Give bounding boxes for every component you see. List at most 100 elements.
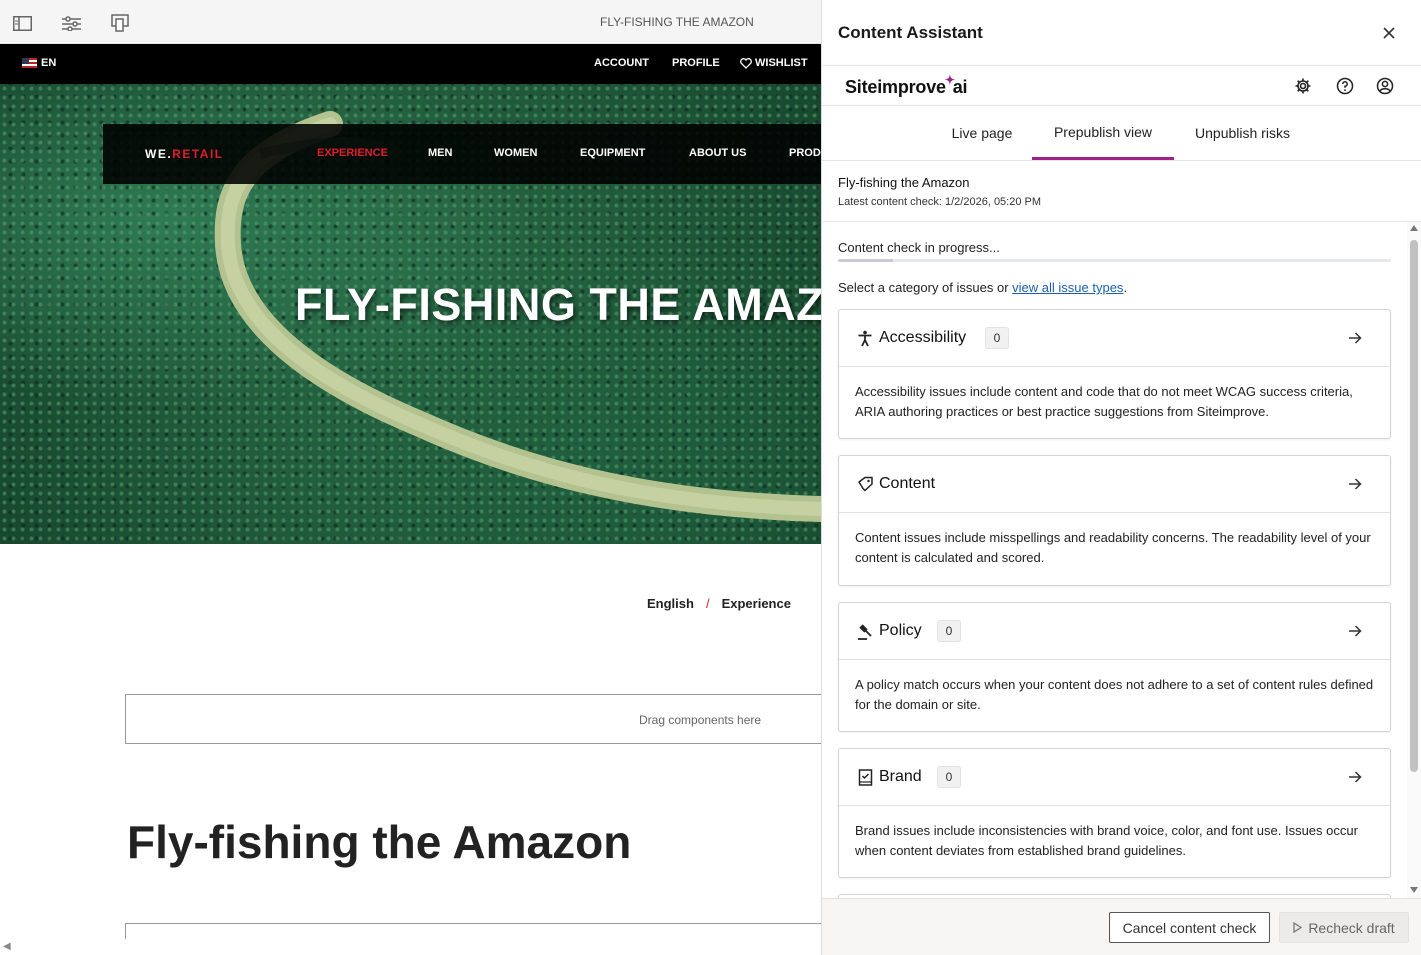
category-card-brand: Brand 0 Brand issues include inconsisten… <box>838 748 1391 878</box>
wishlist-link[interactable]: WISHLIST <box>740 57 808 69</box>
content-assistant-panel: Content Assistant Siteimprove✦ai Live pa… <box>821 0 1421 955</box>
siteimprove-logo: Siteimprove✦ai <box>845 73 968 98</box>
cancel-content-check-button[interactable]: Cancel content check <box>1109 912 1270 943</box>
view-tabs: Live page Prepublish view Unpublish risk… <box>822 106 1421 161</box>
category-header-policy[interactable]: Policy 0 <box>839 603 1390 660</box>
category-title: Policy <box>879 622 922 639</box>
recheck-draft-button[interactable]: Recheck draft <box>1279 912 1409 943</box>
issue-count-badge: 0 <box>937 620 961 642</box>
accessibility-icon <box>856 329 874 347</box>
spark-icon: ✦ <box>944 73 955 87</box>
arrow-right-icon[interactable] <box>1346 622 1364 640</box>
hero-title: FLY-FISHING THE AMAZ <box>295 279 821 330</box>
play-icon <box>1293 922 1303 933</box>
siteimprove-bar: Siteimprove✦ai <box>822 66 1421 106</box>
close-button[interactable] <box>1378 22 1400 44</box>
wishlist-label: WISHLIST <box>755 57 808 69</box>
category-card-content: Content Content issues include misspelli… <box>838 455 1391 586</box>
tab-live-page[interactable]: Live page <box>939 106 1025 160</box>
site-utility-bar: EN ACCOUNT PROFILE WISHLIST <box>0 44 821 84</box>
breadcrumb-experience[interactable]: Experience <box>722 596 791 611</box>
logo-text: Siteimprove <box>845 77 946 97</box>
instruction-period: . <box>1123 280 1128 295</box>
help-icon <box>1336 77 1354 95</box>
scroll-down-icon[interactable] <box>1410 887 1418 893</box>
page-title: FLY-FISHING THE AMAZON <box>600 15 754 29</box>
panel-footer: Cancel content check Recheck draft <box>822 898 1421 955</box>
editor-toolbar: FLY-FISHING THE AMAZON <box>0 0 821 44</box>
page-info: Fly-fishing the Amazon Latest content ch… <box>822 161 1421 222</box>
view-all-issue-types-link[interactable]: view all issue types <box>1012 280 1123 295</box>
gavel-icon <box>856 622 874 640</box>
scroll-left-icon[interactable]: ◀ <box>3 941 11 952</box>
issue-count-badge: 0 <box>937 766 961 788</box>
nav-men[interactable]: MEN <box>428 147 452 159</box>
content-tag-icon <box>856 475 874 493</box>
arrow-right-icon[interactable] <box>1346 475 1364 493</box>
category-description: Accessibility issues include content and… <box>855 384 1353 419</box>
profile-link[interactable]: PROFILE <box>672 57 720 69</box>
tab-prepublish-view[interactable]: Prepublish view <box>1032 106 1174 160</box>
device-preview-icon[interactable] <box>110 13 130 33</box>
category-title: Accessibility <box>879 329 967 346</box>
settings-button[interactable] <box>1293 76 1313 96</box>
category-title: Content <box>879 475 936 492</box>
instruction-text: Select a category of issues or <box>838 280 1013 295</box>
category-instruction: Select a category of issues or view all … <box>838 280 1127 295</box>
close-icon <box>1383 27 1395 39</box>
scroll-up-icon[interactable] <box>1410 225 1418 231</box>
checked-page-name: Fly-fishing the Amazon <box>838 175 970 190</box>
brand-prefix: WE. <box>145 147 173 161</box>
account-button[interactable] <box>1375 76 1395 96</box>
category-card-accessibility: Accessibility 0 Accessibility issues inc… <box>838 309 1391 439</box>
arrow-right-icon[interactable] <box>1346 768 1364 786</box>
issues-scroll-area: Content check in progress... Select a ca… <box>822 222 1421 898</box>
help-button[interactable] <box>1335 76 1355 96</box>
dropzone-label: Drag components here <box>639 713 762 727</box>
arrow-right-icon[interactable] <box>1346 329 1364 347</box>
side-panel-icon[interactable] <box>12 13 32 33</box>
brand-suffix: RETAIL <box>172 147 224 161</box>
account-link[interactable]: ACCOUNT <box>594 57 649 69</box>
horizontal-scrollbar[interactable]: ◀ <box>0 939 821 955</box>
category-header-content[interactable]: Content <box>839 456 1390 513</box>
us-flag-icon <box>22 58 37 68</box>
scrollbar-thumb[interactable] <box>1410 240 1418 772</box>
category-description: Content issues include misspellings and … <box>855 530 1371 565</box>
editor-area: FLY-FISHING THE AMAZON EN ACCOUNT PROFIL… <box>0 0 821 955</box>
breadcrumb-separator: / <box>705 596 710 611</box>
breadcrumb-english[interactable]: English <box>647 596 694 611</box>
category-header-brand[interactable]: Brand 0 <box>839 749 1390 806</box>
progress-status: Content check in progress... <box>838 240 1000 255</box>
language-selector[interactable]: EN <box>22 57 56 69</box>
panel-title: Content Assistant <box>838 23 983 42</box>
hero-banner: WE.RETAIL EXPERIENCE MEN WOMEN EQUIPMENT… <box>0 84 821 544</box>
language-label: EN <box>41 57 57 69</box>
nav-equipment[interactable]: EQUIPMENT <box>580 147 645 159</box>
main-navigation: WE.RETAIL EXPERIENCE MEN WOMEN EQUIPMENT… <box>103 124 821 184</box>
category-header-accessibility[interactable]: Accessibility 0 <box>839 310 1390 367</box>
vertical-scrollbar[interactable] <box>1407 222 1421 898</box>
panel-header: Content Assistant <box>822 0 1421 66</box>
progress-bar <box>838 259 1391 262</box>
user-circle-icon <box>1376 77 1394 95</box>
heart-icon <box>740 57 752 69</box>
properties-sliders-icon[interactable] <box>61 13 81 33</box>
article-title: Fly-fishing the Amazon <box>127 816 632 868</box>
nav-about-us[interactable]: ABOUT US <box>689 147 746 159</box>
category-title: Brand <box>879 768 922 785</box>
nav-experience[interactable]: EXPERIENCE <box>317 147 388 159</box>
issue-count-badge: 0 <box>985 327 1009 349</box>
component-dropzone[interactable]: Drag components here <box>125 694 821 744</box>
nav-products[interactable]: PROD <box>789 147 821 159</box>
category-card-policy: Policy 0 A policy match occurs when your… <box>838 602 1391 732</box>
gear-icon <box>1295 78 1311 94</box>
last-check-timestamp: Latest content check: 1/2/2026, 05:20 PM <box>838 196 1042 208</box>
recheck-label: Recheck draft <box>1308 919 1395 936</box>
category-description: A policy match occurs when your content … <box>855 677 1374 712</box>
category-description: Brand issues include inconsistencies wit… <box>855 823 1358 858</box>
brand-logo[interactable]: WE.RETAIL <box>145 147 224 161</box>
nav-women[interactable]: WOMEN <box>494 147 537 159</box>
breadcrumb: English / Experience <box>647 596 791 611</box>
tab-unpublish-risks[interactable]: Unpublish risks <box>1182 106 1303 160</box>
